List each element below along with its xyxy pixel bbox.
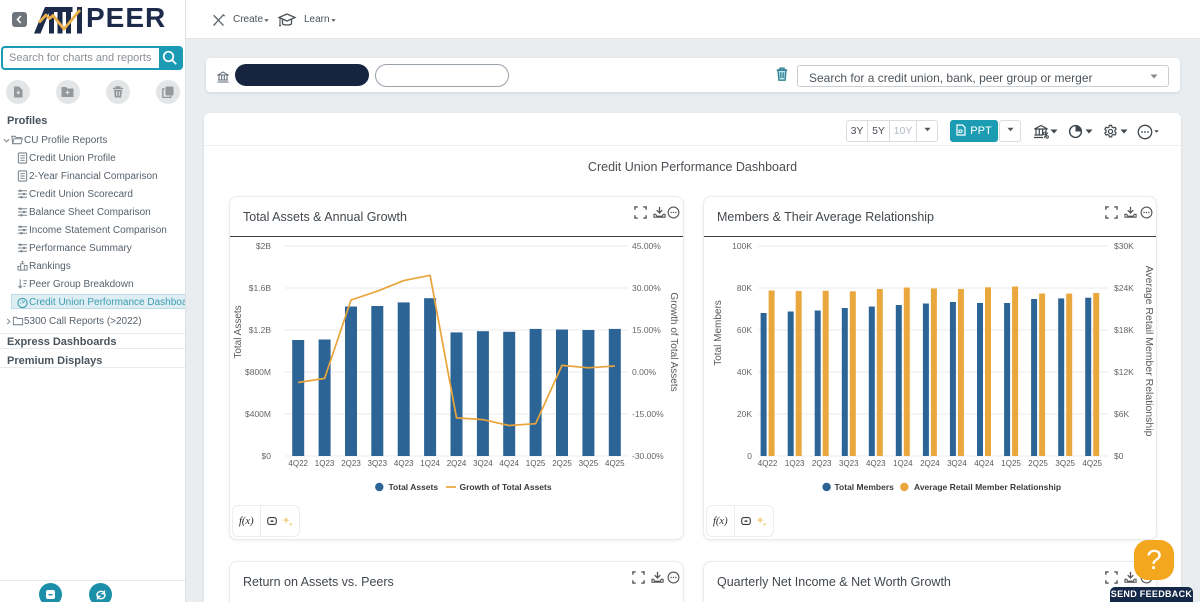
svg-text:1Q25: 1Q25 [1001,459,1021,468]
svg-text:Growth of Total Assets: Growth of Total Assets [460,482,552,492]
svg-text:0.00%: 0.00% [632,367,657,377]
svg-text:4Q24: 4Q24 [499,459,519,468]
svg-text:$24K: $24K [1114,283,1134,293]
svg-text:-15.00%: -15.00% [632,409,664,419]
svg-text:$0: $0 [262,451,272,461]
svg-text:Average Retail Member Relation: Average Retail Member Relationship [914,482,1061,492]
svg-text:60K: 60K [737,325,752,335]
svg-text:3Q25: 3Q25 [1055,459,1075,468]
svg-text:-30.00%: -30.00% [632,451,664,461]
svg-text:2Q23: 2Q23 [341,459,361,468]
svg-text:$18K: $18K [1114,325,1134,335]
svg-text:3Q25: 3Q25 [579,459,599,468]
svg-text:2Q25: 2Q25 [552,459,572,468]
svg-text:4Q22: 4Q22 [758,459,778,468]
svg-text:15.00%: 15.00% [632,325,661,335]
svg-text:2Q24: 2Q24 [447,459,467,468]
svg-text:3Q24: 3Q24 [947,459,967,468]
svg-text:20K: 20K [737,409,752,419]
svg-text:$800M: $800M [245,367,271,377]
svg-text:3Q23: 3Q23 [368,459,388,468]
svg-text:3Q24: 3Q24 [473,459,493,468]
svg-text:Total Members: Total Members [713,300,724,366]
svg-text:45.00%: 45.00% [632,241,661,251]
svg-text:2Q23: 2Q23 [812,459,832,468]
svg-text:2Q24: 2Q24 [920,459,940,468]
svg-text:100K: 100K [732,241,752,251]
svg-text:$400M: $400M [245,409,271,419]
svg-text:4Q23: 4Q23 [866,459,886,468]
svg-text:0: 0 [747,451,752,461]
svg-text:$2B: $2B [256,241,271,251]
svg-text:4Q23: 4Q23 [394,459,414,468]
svg-text:4Q24: 4Q24 [974,459,994,468]
svg-text:$30K: $30K [1114,241,1134,251]
svg-text:$1.2B: $1.2B [249,325,272,335]
svg-text:$12K: $12K [1114,367,1134,377]
svg-text:30.00%: 30.00% [632,283,661,293]
svg-text:$0: $0 [1114,451,1124,461]
svg-text:4Q25: 4Q25 [1082,459,1102,468]
svg-text:1Q23: 1Q23 [785,459,805,468]
svg-text:$1.6B: $1.6B [249,283,272,293]
svg-text:80K: 80K [737,283,752,293]
svg-text:$6K: $6K [1114,409,1129,419]
svg-text:1Q24: 1Q24 [893,459,913,468]
svg-text:4Q25: 4Q25 [605,459,625,468]
svg-text:40K: 40K [737,367,752,377]
svg-text:Total Members: Total Members [835,482,895,492]
svg-text:1Q25: 1Q25 [526,459,546,468]
svg-text:Growth of Total Assets: Growth of Total Assets [668,292,679,391]
svg-text:Average Retail Member Relation: Average Retail Member Relationship [1143,266,1155,437]
svg-text:3Q23: 3Q23 [839,459,859,468]
svg-text:4Q22: 4Q22 [288,459,308,468]
svg-text:2Q25: 2Q25 [1028,459,1048,468]
svg-text:Total Assets: Total Assets [389,482,439,492]
svg-text:1Q23: 1Q23 [315,459,335,468]
svg-text:1Q24: 1Q24 [420,459,440,468]
svg-text:Total Assets: Total Assets [233,305,244,358]
